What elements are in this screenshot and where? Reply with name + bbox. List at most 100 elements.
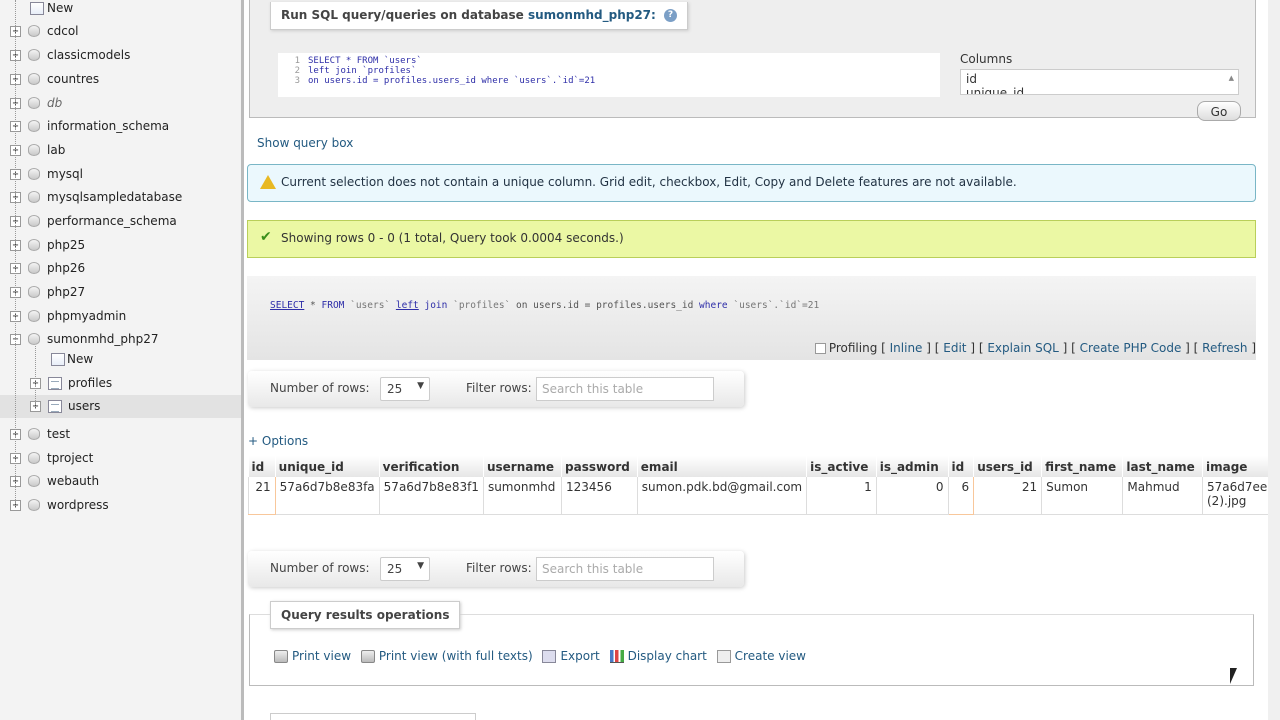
column-option[interactable]: unique_id: [966, 86, 1233, 94]
database-icon: [28, 191, 40, 203]
cell-username[interactable]: sumonmhd: [483, 477, 563, 515]
rows-value: 25: [387, 562, 403, 576]
filter-rows-input[interactable]: Search this table: [536, 377, 714, 401]
column-header[interactable]: is_active: [806, 456, 877, 477]
profiling-checkbox[interactable]: [814, 343, 826, 354]
nav-item-webauth[interactable]: + webauth: [0, 470, 241, 493]
inline-link[interactable]: Inline: [890, 341, 923, 355]
nav-item-users[interactable]: + users: [0, 395, 241, 418]
column-option[interactable]: id: [966, 72, 1233, 86]
scroll-up-icon[interactable]: ▲: [1229, 74, 1234, 82]
rows-label: Number of rows:: [270, 561, 370, 575]
options-toggle[interactable]: + Options: [248, 434, 308, 448]
sql-editor[interactable]: 1 2 3 SELECT * FROM `users` left join `p…: [278, 53, 940, 97]
cell-is-active[interactable]: 1: [806, 477, 877, 515]
nav-item-label: db: [47, 96, 63, 110]
column-header[interactable]: verification: [379, 456, 484, 477]
column-header[interactable]: unique_id: [275, 456, 380, 477]
nav-item-performance-schema[interactable]: + performance_schema: [0, 210, 241, 233]
database-icon: [28, 144, 40, 156]
results-table: id unique_id verification username passw…: [248, 456, 1280, 515]
filter-label: Filter rows:: [466, 381, 532, 395]
nav-item-label: test: [47, 427, 71, 441]
rows-select[interactable]: 25 ▼: [380, 557, 430, 581]
query-actions: Profiling [ Inline ] [ Edit ] [ Explain …: [814, 341, 1256, 355]
create-view-link[interactable]: Create view: [716, 649, 806, 663]
nav-item-label: performance_schema: [47, 214, 177, 228]
sql-keyword[interactable]: SELECT: [270, 300, 304, 311]
database-icon: [28, 49, 40, 61]
nav-item-classicmodels[interactable]: + classicmodels: [0, 44, 241, 67]
show-query-box-link[interactable]: Show query box: [257, 136, 353, 150]
table-header-row: id unique_id verification username passw…: [248, 456, 1280, 477]
nav-item-db[interactable]: + db: [0, 92, 241, 115]
filter-rows-input[interactable]: Search this table: [536, 557, 714, 581]
cell-password[interactable]: 123456: [561, 477, 638, 515]
nav-item-lab[interactable]: + lab: [0, 139, 241, 162]
nav-item-tproject[interactable]: + tproject: [0, 447, 241, 470]
help-icon[interactable]: ?: [664, 9, 678, 22]
print-view-link[interactable]: Print view: [274, 649, 351, 663]
column-header[interactable]: users_id: [973, 456, 1043, 477]
edit-link[interactable]: Edit: [943, 341, 966, 355]
cell-verification[interactable]: 57a6d7b8e83f1: [379, 477, 484, 515]
cell-id[interactable]: 21: [248, 477, 276, 515]
column-header[interactable]: username: [483, 456, 563, 477]
query-results-operations: Query results operations Print view Prin…: [249, 601, 1254, 686]
sql-token: where: [699, 300, 728, 311]
print-icon: [360, 650, 375, 663]
rows-select[interactable]: 25 ▼: [380, 377, 430, 401]
cell-users-id[interactable]: 21: [973, 477, 1043, 515]
cell-unique-id[interactable]: 57a6d7b8e83fa: [275, 477, 380, 515]
nav-item-information-schema[interactable]: + information_schema: [0, 115, 241, 138]
explain-sql-link[interactable]: Explain SQL: [987, 341, 1059, 355]
print-view-full-link[interactable]: Print view (with full texts): [360, 649, 533, 663]
export-link[interactable]: Export: [542, 649, 600, 663]
column-header[interactable]: id: [948, 456, 975, 477]
nav-item-php27[interactable]: + php27: [0, 281, 241, 304]
column-header[interactable]: email: [637, 456, 808, 477]
nav-item-php26[interactable]: + php26: [0, 257, 241, 280]
nav-item-mysqlsampledatabase[interactable]: + mysqlsampledatabase: [0, 186, 241, 209]
nav-item-new[interactable]: New: [0, 348, 241, 371]
column-header[interactable]: password: [561, 456, 638, 477]
database-icon: [28, 120, 40, 132]
view-icon: [716, 650, 731, 663]
column-header[interactable]: last_name: [1122, 456, 1203, 477]
nav-item-label: mysqlsampledatabase: [47, 190, 183, 204]
cell-is-admin[interactable]: 0: [876, 477, 949, 515]
display-chart-link[interactable]: Display chart: [609, 649, 707, 663]
column-header[interactable]: id: [248, 456, 276, 477]
table-navigation-top: Number of rows: 25 ▼ Filter rows: Search …: [248, 371, 744, 407]
cell-first-name[interactable]: Sumon: [1041, 477, 1124, 515]
nav-item-test[interactable]: + test: [0, 423, 241, 446]
nav-item-countres[interactable]: + countres: [0, 68, 241, 91]
columns-list[interactable]: id unique_id ▲: [960, 69, 1239, 95]
nav-item-label: php26: [47, 261, 86, 275]
line-number: 1: [294, 56, 300, 66]
cell-email[interactable]: sumon.pdk.bd@gmail.com: [637, 477, 808, 515]
sql-token: on users.id = profiles.users_id: [510, 300, 700, 311]
nav-item-new[interactable]: New: [0, 0, 241, 20]
refresh-link[interactable]: Refresh: [1202, 341, 1247, 355]
nav-item-label: webauth: [47, 474, 100, 488]
sql-keyword[interactable]: left: [396, 300, 419, 311]
sql-code[interactable]: SELECT * FROM `users` left join `profile…: [308, 56, 595, 86]
nav-item-label: phpmyadmin: [47, 309, 127, 323]
rows-label: Number of rows:: [270, 381, 370, 395]
column-header[interactable]: first_name: [1041, 456, 1124, 477]
vertical-scrollbar[interactable]: [1268, 0, 1280, 720]
create-php-code-link[interactable]: Create PHP Code: [1080, 341, 1182, 355]
cell-last-name[interactable]: Mahmud: [1122, 477, 1203, 515]
nav-item-mysql[interactable]: + mysql: [0, 163, 241, 186]
nav-item-profiles[interactable]: + profiles: [0, 372, 241, 395]
nav-item-cdcol[interactable]: + cdcol: [0, 20, 241, 43]
column-header[interactable]: is_admin: [876, 456, 949, 477]
nav-item-phpmyadmin[interactable]: + phpmyadmin: [0, 305, 241, 328]
table-icon: [48, 400, 62, 413]
cell-profile-id[interactable]: 6: [947, 477, 975, 515]
database-icon: [28, 97, 40, 109]
nav-item-php25[interactable]: + php25: [0, 234, 241, 257]
go-button[interactable]: Go: [1197, 101, 1241, 121]
nav-item-wordpress[interactable]: + wordpress: [0, 494, 241, 517]
